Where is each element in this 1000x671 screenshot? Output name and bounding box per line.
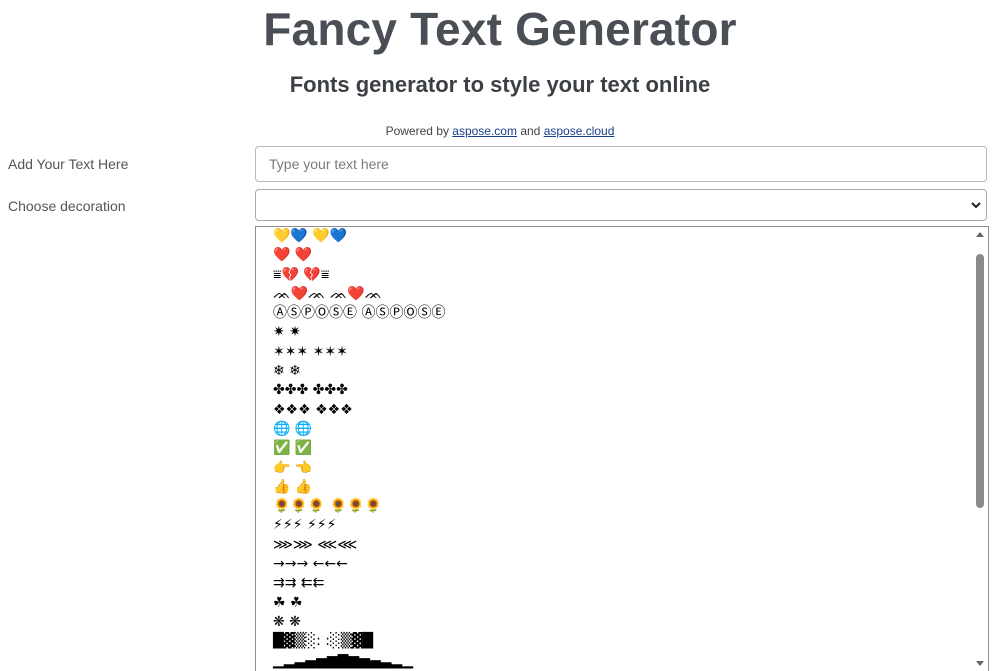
decoration-option[interactable]: ✷ ✷ — [273, 323, 970, 342]
powered-prefix: Powered by — [385, 124, 453, 138]
decoration-option[interactable]: ✶✶✶ ✶✶✶ — [273, 343, 970, 362]
decoration-option[interactable]: ⩸💔 💔⩸ — [273, 266, 970, 285]
aspose-com-link[interactable]: aspose.com — [452, 124, 517, 138]
decoration-option[interactable]: 👉 👈 — [273, 459, 970, 478]
decoration-option[interactable]: ❋ ❋ — [273, 613, 970, 632]
decoration-option[interactable]: 💛💙 💛💙 — [273, 227, 970, 246]
decoration-option[interactable]: ❖❖❖ ❖❖❖ — [273, 401, 970, 420]
scroll-up-arrow-icon[interactable] — [976, 232, 984, 237]
decoration-option[interactable]: 👍 👍 — [273, 478, 970, 497]
decoration-label: Choose decoration — [8, 198, 126, 214]
decoration-option[interactable]: ᨏ❤️ᨏ ᨏ❤️ᨏ — [273, 285, 970, 304]
text-input[interactable] — [255, 146, 987, 182]
decoration-option[interactable]: ☘ ☘ — [273, 594, 970, 613]
scroll-thumb[interactable] — [976, 254, 984, 508]
decoration-option[interactable]: ⒶⓈⓅⓄⓈⒺ ⒶⓈⓅⓄⓈⒺ — [273, 304, 970, 323]
powered-by: Powered by aspose.com and aspose.cloud — [0, 124, 1000, 138]
decoration-option[interactable]: ⇉⇉ ⇇⇇ — [273, 574, 970, 593]
decoration-option[interactable]: 🌻🌻🌻 🌻🌻🌻 — [273, 497, 970, 516]
scroll-down-arrow-icon[interactable] — [976, 661, 984, 666]
dropdown-scrollbar[interactable] — [972, 227, 988, 671]
decoration-option[interactable]: █▓▒░: :░▒▓█ — [273, 632, 970, 651]
text-input-label: Add Your Text Here — [8, 156, 129, 172]
decoration-option[interactable]: ❄ ❄ — [273, 362, 970, 381]
decoration-option[interactable]: ✤✤✤ ✤✤✤ — [273, 381, 970, 400]
powered-and: and — [516, 124, 544, 138]
decoration-option[interactable]: →→→ ←←← — [273, 555, 970, 574]
page-title: Fancy Text Generator — [263, 3, 737, 55]
page-subtitle: Fonts generator to style your text onlin… — [289, 72, 711, 97]
decoration-select[interactable] — [255, 189, 987, 221]
decoration-option[interactable]: ❤️ ❤️ — [273, 246, 970, 265]
decoration-option[interactable]: ⋙⋙ ⋘⋘ — [273, 536, 970, 555]
decoration-options: 💛💙 💛💙 ❤️ ❤️ ⩸💔 💔⩸ ᨏ❤️ᨏ ᨏ❤️ᨏ ⒶⓈⓅⓄⓈⒺ ⒶⓈⓅⓄⓈⒺ ✷ ✷… — [273, 227, 970, 671]
decoration-option[interactable]: 🌐 🌐 — [273, 420, 970, 439]
decoration-option[interactable]: ⚡⚡⚡ ⚡⚡⚡ — [273, 516, 970, 535]
decoration-option[interactable]: ✅ ✅ — [273, 439, 970, 458]
aspose-cloud-link[interactable]: aspose.cloud — [544, 124, 615, 138]
chevron-down-icon — [971, 202, 981, 209]
decoration-dropdown-list[interactable]: 💛💙 💛💙 ❤️ ❤️ ⩸💔 💔⩸ ᨏ❤️ᨏ ᨏ❤️ᨏ ⒶⓈⓅⓄⓈⒺ ⒶⓈⓅⓄⓈⒺ ✷ ✷… — [255, 226, 989, 671]
decoration-option[interactable]: ▁▂▃▄▅▆▇▆▅▄▃▂▁ — [273, 652, 970, 671]
